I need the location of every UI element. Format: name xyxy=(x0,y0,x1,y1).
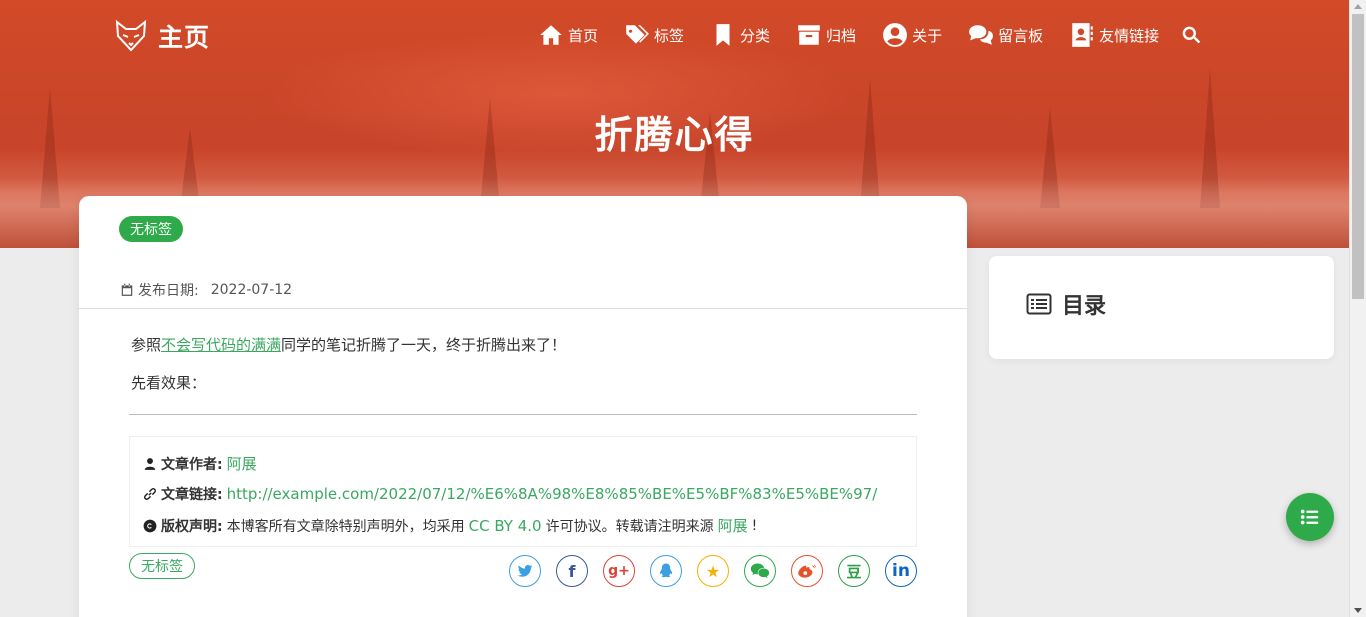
weibo-share-button[interactable] xyxy=(791,555,823,587)
date-label: 发布日期: xyxy=(138,283,199,299)
nav-item-label: 标签 xyxy=(654,26,685,45)
nav-item-categories[interactable]: 分类 xyxy=(710,22,770,48)
nav-item-home[interactable]: 首页 xyxy=(538,22,598,48)
nav-item-label: 留言板 xyxy=(998,26,1044,45)
list-alt-icon xyxy=(1026,293,1052,315)
weibo-icon xyxy=(798,564,816,578)
page-scrollbar[interactable] xyxy=(1349,0,1366,617)
google-plus-icon: g+ xyxy=(608,563,630,579)
bookmark-icon xyxy=(716,24,730,46)
list-icon xyxy=(1300,509,1319,525)
license-text: 本博客所有文章除特别声明外，均采用 xyxy=(226,518,465,535)
brand-home-link[interactable]: 主页 xyxy=(114,18,210,54)
wechat-share-button[interactable] xyxy=(744,555,776,587)
scroll-down-arrow-icon[interactable] xyxy=(1354,608,1362,613)
license-author-link[interactable]: 阿展 xyxy=(718,515,748,536)
nav-item-label: 首页 xyxy=(568,26,599,45)
post-permalink[interactable]: http://example.com/2022/07/12/%E6%8A%98%… xyxy=(227,485,878,503)
nav-item-archives[interactable]: 归档 xyxy=(796,22,856,48)
qq-share-button[interactable] xyxy=(650,555,682,587)
license-label: 版权声明: xyxy=(161,518,223,535)
page-title: 折腾心得 xyxy=(594,113,755,157)
linkedin-share-button[interactable]: in xyxy=(885,555,917,587)
scroll-up-arrow-icon[interactable] xyxy=(1354,4,1362,9)
search-icon xyxy=(1182,26,1201,44)
license-text: ! xyxy=(751,517,758,534)
user-circle-icon xyxy=(883,23,907,47)
toc-title: 目录 xyxy=(1062,294,1107,319)
home-icon xyxy=(540,25,562,45)
post-date: 2022-07-12 xyxy=(210,282,293,298)
main-nav: 首页 标签 分类 归档 关于 留言板 友情链接 xyxy=(538,22,1227,48)
paragraph-text: 参照 xyxy=(131,336,162,354)
post-tag-badge[interactable]: 无标签 xyxy=(119,216,183,242)
twitter-icon xyxy=(517,564,533,577)
nav-item-about[interactable]: 关于 xyxy=(882,22,942,48)
top-navbar: 主页 首页 标签 分类 归档 关于 留言板 友情链接 xyxy=(0,0,1349,72)
post-meta: 发布日期: 2022-07-12 xyxy=(120,280,292,300)
qq-icon xyxy=(659,563,673,578)
fox-logo-icon xyxy=(115,19,147,52)
google-plus-share-button[interactable]: g+ xyxy=(603,555,635,587)
scrollbar-thumb[interactable] xyxy=(1352,14,1364,299)
toc-toggle-button[interactable] xyxy=(1286,493,1334,541)
post-paragraph: 先看效果： xyxy=(131,374,207,392)
user-icon xyxy=(144,457,156,470)
footer-tag-badge[interactable]: 无标签 xyxy=(129,553,195,579)
linkedin-icon: in xyxy=(892,561,910,581)
link-label: 文章链接: xyxy=(161,487,223,503)
qzone-icon: ★ xyxy=(705,561,721,581)
copyright-icon xyxy=(143,519,157,532)
nav-item-friend-links[interactable]: 友情链接 xyxy=(1069,22,1159,48)
copyright-link-row: 文章链接: http://example.com/2022/07/12/%E6%… xyxy=(143,484,877,504)
content-divider xyxy=(129,414,917,415)
link-icon xyxy=(144,488,156,500)
comments-icon xyxy=(969,25,993,45)
nav-item-guestbook[interactable]: 留言板 xyxy=(968,22,1043,48)
facebook-share-button[interactable]: f xyxy=(556,555,588,587)
author-link[interactable]: 阿展 xyxy=(227,453,257,474)
calendar-icon xyxy=(121,283,133,296)
archive-icon xyxy=(798,25,820,45)
post-paragraph: 参照不会写代码的满满同学的笔记折腾了一天，终于折腾出来了！ xyxy=(131,334,566,355)
license-link[interactable]: CC BY 4.0 xyxy=(469,517,542,535)
share-bar: f g+ ★ 豆 in xyxy=(509,555,917,587)
facebook-icon: f xyxy=(568,561,576,581)
douban-share-button[interactable]: 豆 xyxy=(838,555,870,587)
tags-icon xyxy=(626,25,649,44)
post-card: 无标签 发布日期: 2022-07-12 参照不会写代码的满满同学的笔记折腾了一… xyxy=(79,196,967,617)
douban-icon: 豆 xyxy=(846,562,862,581)
copyright-license-row: 版权声明: 本博客所有文章除特别声明外，均采用 CC BY 4.0 许可协议。转… xyxy=(143,515,757,536)
paragraph-text: 同学的笔记折腾了一天，终于折腾出来了！ xyxy=(281,336,567,354)
nav-item-label: 友情链接 xyxy=(1099,26,1160,45)
nav-item-tags[interactable]: 标签 xyxy=(624,22,684,48)
wechat-icon xyxy=(750,563,770,579)
nav-item-label: 归档 xyxy=(826,26,857,45)
author-reference-link[interactable]: 不会写代码的满满 xyxy=(161,336,281,354)
brand-title: 主页 xyxy=(158,23,211,52)
toc-header: 目录 xyxy=(1026,288,1106,320)
search-button[interactable] xyxy=(1181,25,1201,45)
meta-divider xyxy=(79,308,967,309)
qzone-share-button[interactable]: ★ xyxy=(697,555,729,587)
copyright-author-row: 文章作者: 阿展 xyxy=(143,453,257,474)
address-card-icon xyxy=(1072,23,1093,47)
author-label: 文章作者: xyxy=(161,456,223,473)
twitter-share-button[interactable] xyxy=(509,555,541,587)
nav-item-label: 关于 xyxy=(912,26,943,45)
nav-item-label: 分类 xyxy=(740,26,771,45)
license-text: 许可协议。转载请注明来源 xyxy=(545,518,714,535)
toc-card: 目录 xyxy=(989,256,1334,359)
copyright-box: 文章作者: 阿展 文章链接: http://example.com/2022/0… xyxy=(129,436,917,547)
